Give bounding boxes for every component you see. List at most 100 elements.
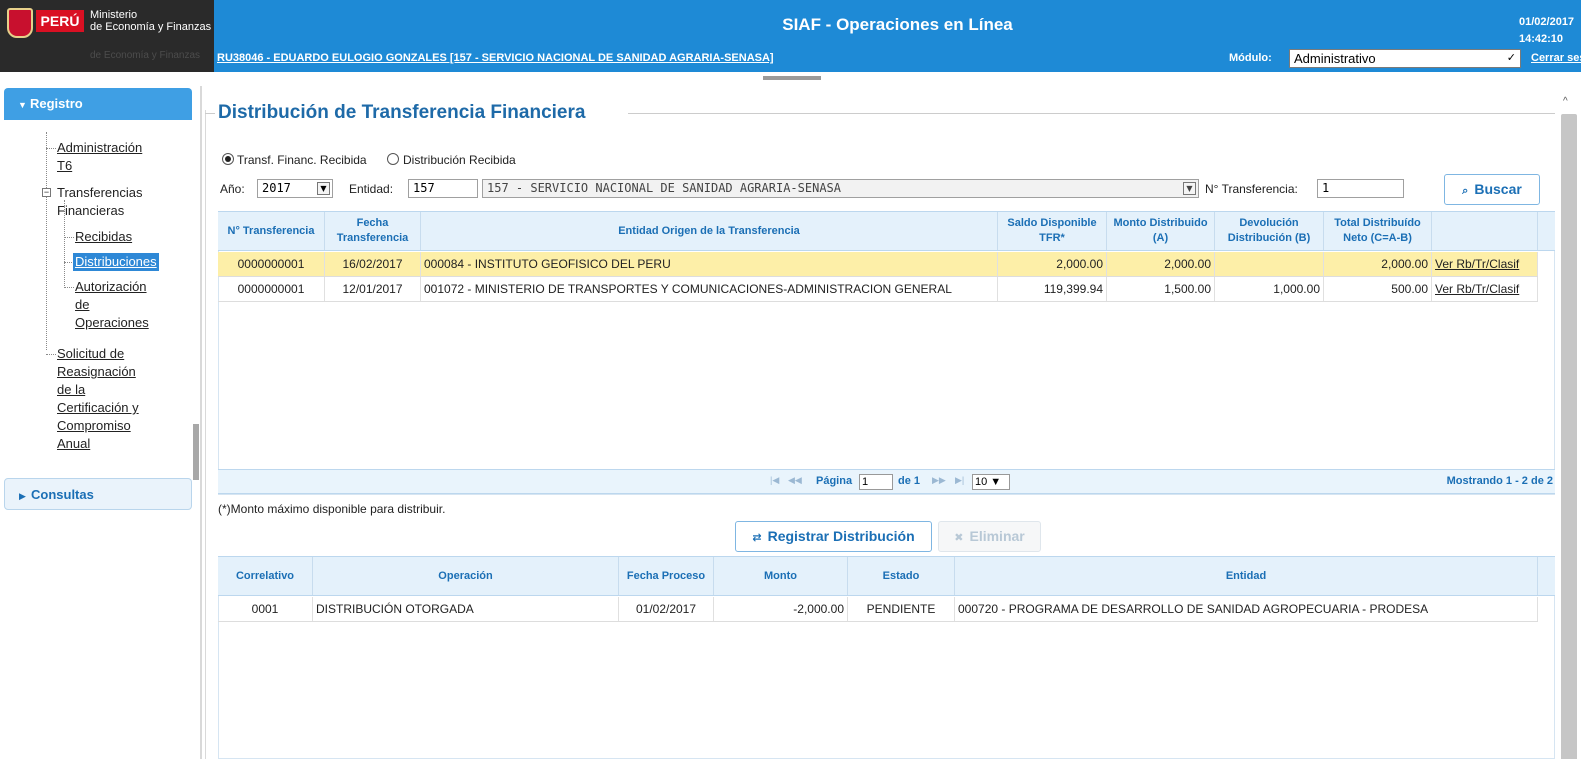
entidad-select-value: 157 - SERVICIO NACIONAL DE SANIDAD AGRAR… xyxy=(487,181,842,195)
main-scrollbar[interactable]: ^ xyxy=(1557,86,1581,759)
user-info-link[interactable]: RU38046 - EDUARDO EULOGIO GONZALES [157 … xyxy=(217,52,774,64)
sidebar-item-label: de xyxy=(75,297,90,312)
logo-tagline: de Economía y Finanzas xyxy=(90,50,201,61)
module-select[interactable]: Administrativo ✓ xyxy=(1289,49,1521,68)
cell-total: 2,000.00 xyxy=(1324,252,1432,276)
buscar-button[interactable]: ⌕ Buscar xyxy=(1444,174,1540,205)
col-header-saldo-disponible[interactable]: Saldo Disponible TFR* xyxy=(998,212,1107,250)
pager-size-value: 10 xyxy=(975,476,988,488)
tree-connector xyxy=(46,132,47,350)
col-header-monto[interactable]: Monto xyxy=(714,557,848,595)
ver-clasif-link[interactable]: Ver Rb/Tr/Clasif xyxy=(1432,252,1538,276)
pager-page-label: Página xyxy=(816,475,853,487)
radio-transf-recibida[interactable] xyxy=(222,153,234,165)
chevron-down-icon: ▼ xyxy=(1183,182,1196,195)
tree-collapse-icon[interactable]: − xyxy=(42,188,51,197)
sidebar-item-administracion-t6[interactable]: Administración T6 xyxy=(57,139,142,175)
cell-correlativo: 0001 xyxy=(218,597,313,621)
pager-size-select[interactable]: 10 ▼ xyxy=(972,474,1010,490)
cell-monto: 1,500.00 xyxy=(1107,277,1215,301)
current-date: 01/02/2017 xyxy=(1519,16,1575,28)
col-header-entidad-origen[interactable]: Entidad Origen de la Transferencia xyxy=(421,212,998,250)
next-page-icon[interactable]: ▶▶ xyxy=(932,475,946,486)
module-label: Módulo: xyxy=(1229,52,1272,64)
col-header-monto-distribuido[interactable]: Monto Distribuido (A) xyxy=(1107,212,1215,250)
col-header-fecha-proceso[interactable]: Fecha Proceso xyxy=(619,557,714,595)
last-page-icon[interactable]: ▶| xyxy=(955,475,964,486)
col-header-estado[interactable]: Estado xyxy=(848,557,955,595)
table-row[interactable]: 0000000001 12/01/2017 001072 - MINISTERI… xyxy=(218,277,1538,302)
sidebar-item-label: Administración xyxy=(57,140,143,155)
coat-of-arms-icon xyxy=(7,8,33,38)
entidad-label: Entidad: xyxy=(349,182,394,196)
cell-devolucion: 1,000.00 xyxy=(1215,277,1324,301)
registrar-distribucion-button[interactable]: ⇄ Registrar Distribución xyxy=(735,521,932,552)
close-icon: ✖ xyxy=(954,532,964,544)
sidebar-item-label: Anual xyxy=(57,436,91,451)
anio-select[interactable]: 2017 ▼ xyxy=(257,179,333,198)
fieldset-line xyxy=(205,113,215,114)
buscar-button-label: Buscar xyxy=(1474,181,1522,197)
col-header-devolucion[interactable]: Devolución Distribución (B) xyxy=(1215,212,1324,250)
logo-ministry-line2: de Economía y Finanzas xyxy=(90,21,212,33)
sidebar-scrollbar[interactable] xyxy=(193,424,199,480)
eliminar-button[interactable]: ✖ Eliminar xyxy=(938,521,1041,552)
tree-connector xyxy=(46,148,56,149)
cell-saldo: 2,000.00 xyxy=(998,252,1107,276)
col-header-fecha-transferencia[interactable]: Fecha Transferencia xyxy=(325,212,421,250)
entidad-code-input[interactable]: 157 xyxy=(408,179,478,198)
col-header-operacion[interactable]: Operación xyxy=(313,557,619,595)
col-header-entidad[interactable]: Entidad xyxy=(955,557,1538,595)
splitter-handle[interactable] xyxy=(763,76,821,80)
registrar-distribucion-label: Registrar Distribución xyxy=(767,528,915,544)
logo-country: PERÚ xyxy=(36,10,84,32)
radio-distribucion-recibida[interactable] xyxy=(387,153,399,165)
table-row[interactable]: 0001 DISTRIBUCIÓN OTORGADA 01/02/2017 -2… xyxy=(218,597,1538,622)
sidebar-item-label: Autorización xyxy=(75,279,147,294)
prev-page-icon[interactable]: ◀◀ xyxy=(788,475,802,486)
ntransferencia-input[interactable]: 1 xyxy=(1317,179,1404,198)
eliminar-button-label: Eliminar xyxy=(969,528,1025,544)
sidebar-item-distribuciones[interactable]: Distribuciones xyxy=(73,253,159,271)
fieldset-line xyxy=(628,113,1555,114)
app-header: PERÚ Ministerio de Economía y Finanzas d… xyxy=(0,0,1581,72)
cell-entidad: 001072 - MINISTERIO DE TRANSPORTES Y COM… xyxy=(421,277,998,301)
pager-showing: Mostrando 1 - 2 de 2 xyxy=(1446,475,1553,487)
entidad-select[interactable]: 157 - SERVICIO NACIONAL DE SANIDAD AGRAR… xyxy=(482,179,1199,198)
ministry-logo: PERÚ Ministerio de Economía y Finanzas d… xyxy=(0,0,214,72)
sidebar-item-solicitud-reasignacion[interactable]: Solicitud de Reasignación de la Certific… xyxy=(57,345,139,453)
sidebar-item-label: Compromiso xyxy=(57,418,131,433)
cell-saldo: 119,399.94 xyxy=(998,277,1107,301)
accordion-registro[interactable]: ▼ Registro xyxy=(4,88,192,120)
caret-down-icon: ▼ xyxy=(18,100,27,110)
sidebar-item-label: de la xyxy=(57,382,86,397)
sidebar-item-label: Financieras xyxy=(57,203,125,218)
transferencias-pager: |◀ ◀◀ Página 1 de 1 ▶▶ ▶| 10 ▼ Mostrando… xyxy=(218,469,1555,494)
sidebar-item-transferencias-financieras[interactable]: Transferencias Financieras xyxy=(57,184,143,220)
sidebar-divider[interactable] xyxy=(200,86,202,759)
scroll-up-icon[interactable]: ^ xyxy=(1563,96,1568,107)
sidebar-item-recibidas[interactable]: Recibidas xyxy=(75,228,132,246)
col-header-total-distribuido[interactable]: Total Distribuído Neto (C=A-B) xyxy=(1324,212,1432,250)
tree-connector xyxy=(64,287,74,288)
current-time: 14:42:10 xyxy=(1519,33,1564,45)
cell-fecha-proceso: 01/02/2017 xyxy=(619,597,714,621)
col-header-ntransferencia[interactable]: N° Transferencia xyxy=(218,212,325,250)
cell-fecha: 16/02/2017 xyxy=(325,252,421,276)
col-header-actions xyxy=(1432,212,1538,250)
logout-link[interactable]: Cerrar sesión xyxy=(1531,52,1581,64)
radio-transf-recibida-label: Transf. Financ. Recibida xyxy=(237,153,367,167)
ver-clasif-link[interactable]: Ver Rb/Tr/Clasif xyxy=(1432,277,1538,301)
page-title: Distribución de Transferencia Financiera xyxy=(218,102,586,123)
first-page-icon[interactable]: |◀ xyxy=(770,475,779,486)
pager-page-input[interactable]: 1 xyxy=(859,474,893,490)
cell-total: 500.00 xyxy=(1324,277,1432,301)
swap-icon: ⇄ xyxy=(752,532,762,544)
tree-connector xyxy=(46,354,56,355)
accordion-consultas[interactable]: ▶ Consultas xyxy=(4,478,192,510)
sidebar-item-label: Certificación y xyxy=(57,400,139,415)
table-row[interactable]: 0000000001 16/02/2017 000084 - INSTITUTO… xyxy=(218,252,1538,277)
scrollbar-thumb[interactable] xyxy=(1561,114,1577,759)
col-header-correlativo[interactable]: Correlativo xyxy=(218,557,313,595)
sidebar-item-autorizacion-operaciones[interactable]: Autorización de Operaciones xyxy=(75,278,149,332)
